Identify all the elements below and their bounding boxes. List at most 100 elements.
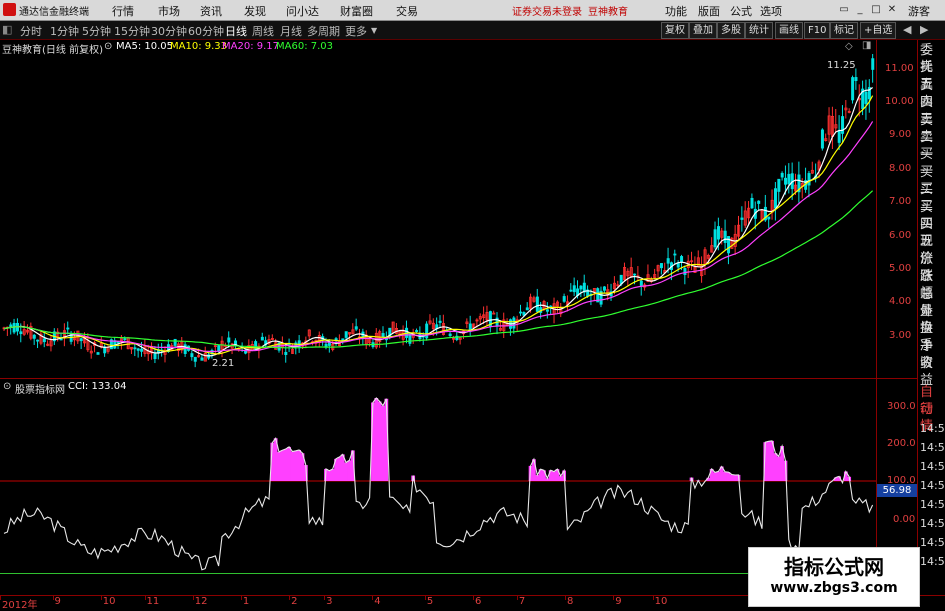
menu-item-wealth[interactable]: 财富圈	[340, 3, 373, 19]
f10-button[interactable]: F10	[804, 22, 831, 39]
time-axis-label: 11	[146, 596, 160, 607]
candle-body	[750, 197, 754, 209]
chart-expand-icon[interactable]: ◨	[862, 40, 871, 51]
price-tick: 4.00	[889, 296, 912, 307]
menu-item-trade[interactable]: 交易	[396, 3, 418, 19]
menu-item-function[interactable]: 功能	[665, 3, 687, 19]
time-axis-label: 8	[567, 596, 574, 607]
candle-body	[36, 339, 40, 342]
more-dropdown-icon[interactable]: ▼	[371, 26, 377, 35]
tab-period-intraday[interactable]: 分时	[20, 23, 42, 39]
time-axis-label: 3	[326, 596, 333, 607]
candle-body	[425, 323, 429, 339]
menu-item-news[interactable]: 资讯	[200, 3, 222, 19]
time-axis-tick	[52, 596, 54, 600]
candle-body	[633, 273, 637, 276]
indicator-header: ⊙ 股票指标网 CCI: 133.04	[0, 380, 400, 396]
multi-stock-button[interactable]: 多股	[717, 22, 745, 39]
maximize-icon[interactable]: □	[870, 4, 882, 15]
candle-body	[260, 336, 264, 341]
time-axis-label: 12	[194, 596, 208, 607]
candle-body	[807, 173, 811, 186]
statistics-button[interactable]: 统计	[745, 22, 773, 39]
add-watchlist-button[interactable]: +自选	[860, 22, 897, 39]
menu-item-ask[interactable]: 问小达	[286, 3, 319, 19]
minimize-icon[interactable]: _	[854, 4, 866, 15]
tab-period-1min[interactable]: 1分钟	[50, 23, 79, 39]
close-icon[interactable]: ✕	[886, 4, 898, 15]
restore-icon[interactable]: ▭	[838, 4, 850, 15]
quote-side-panel-lower: 自动行情14:5014:5014:5014:5014:5014:5014:501…	[918, 384, 945, 595]
candle-body	[780, 172, 784, 178]
time-axis-label: 9	[54, 596, 61, 607]
kline-chart[interactable]	[0, 54, 876, 595]
time-axis-tick	[652, 596, 654, 600]
price-tick: 8.00	[889, 163, 912, 174]
panel-toggle-icon[interactable]: ◧	[2, 23, 12, 36]
diamond-icon[interactable]: ◇	[845, 41, 853, 52]
overlay-button[interactable]: 叠加	[689, 22, 717, 39]
tab-period-monthly[interactable]: 月线	[280, 23, 302, 39]
quote-side-panel: 委托 卖五 卖四 卖三 卖二 卖一 买一 买二 买三 买四 买五 现价 涨跌 涨幅 总量 外盘 换手 净资 收益	[918, 40, 945, 388]
candle-body	[545, 309, 549, 312]
candle-body	[153, 353, 157, 360]
mark-button[interactable]: 标记	[830, 22, 858, 39]
indicator-settings-icon[interactable]: ⊙	[3, 381, 11, 392]
cci-layer	[0, 397, 876, 574]
candle-body	[723, 230, 727, 243]
time-axis-label: 10	[654, 596, 668, 607]
menu-item-quotes[interactable]: 行情	[112, 3, 134, 19]
candle-body	[354, 326, 358, 330]
tab-period-more[interactable]: 更多	[345, 23, 367, 39]
tab-period-15min[interactable]: 15分钟	[114, 23, 150, 39]
tab-period-30min[interactable]: 30分钟	[151, 23, 187, 39]
tab-period-daily[interactable]: 日线	[225, 23, 247, 39]
time-axis-label: 6	[475, 596, 482, 607]
time-axis-tick	[144, 596, 146, 600]
candle-body	[136, 348, 140, 351]
ma-settings-icon[interactable]: ⊙	[104, 41, 112, 52]
time-axis-tick	[516, 596, 518, 600]
candle-body	[851, 77, 855, 101]
menu-item-market[interactable]: 市场	[158, 3, 180, 19]
candle-body	[787, 173, 791, 185]
menu-item-discover[interactable]: 发现	[244, 3, 266, 19]
candle-body	[133, 347, 137, 350]
candle-body	[659, 263, 663, 269]
candle-body	[602, 286, 606, 291]
draw-line-button[interactable]: 画线	[775, 22, 803, 39]
candle-body	[773, 188, 777, 209]
tab-period-multi[interactable]: 多周期	[307, 23, 340, 39]
candle-body	[854, 77, 858, 81]
high-price-label: 11.25	[827, 60, 856, 71]
time-axis-tick	[324, 596, 326, 600]
tab-period-weekly[interactable]: 周线	[252, 23, 274, 39]
app-title: 通达信金融终端	[19, 7, 89, 18]
menu-item-layout[interactable]: 版面	[698, 3, 720, 19]
candle-body	[227, 337, 231, 343]
guest-label[interactable]: 游客	[908, 3, 930, 19]
candle-body	[66, 327, 70, 330]
candle-body	[190, 353, 194, 358]
ma10-value: MA10: 9.33	[170, 41, 228, 52]
menu-item-options[interactable]: 选项	[760, 3, 782, 19]
candle-body	[569, 289, 573, 292]
ma60-value: MA60: 7.03	[276, 41, 334, 52]
tab-period-60min[interactable]: 60分钟	[188, 23, 224, 39]
candle-body	[777, 178, 781, 192]
price-axis: 11.00 10.00 9.00 8.00 7.00 6.00 5.00 4.0…	[877, 40, 917, 378]
time-side-item: 14:50	[920, 517, 945, 530]
trade-login-status[interactable]: 证券交易未登录	[512, 3, 582, 18]
candle-body	[680, 256, 684, 263]
candle-body	[519, 311, 523, 314]
restore-rights-button[interactable]: 复权	[661, 22, 689, 39]
candle-body	[820, 129, 824, 149]
menu-item-formula[interactable]: 公式	[730, 3, 752, 19]
time-side-item: 14:50	[920, 498, 945, 511]
time-axis-label: 10	[102, 596, 116, 607]
nav-right-icon[interactable]: ▶	[920, 23, 928, 36]
nav-left-icon[interactable]: ◀	[903, 23, 911, 36]
candle-body	[864, 91, 868, 104]
tab-period-5min[interactable]: 5分钟	[82, 23, 111, 39]
candle-body	[341, 338, 345, 341]
